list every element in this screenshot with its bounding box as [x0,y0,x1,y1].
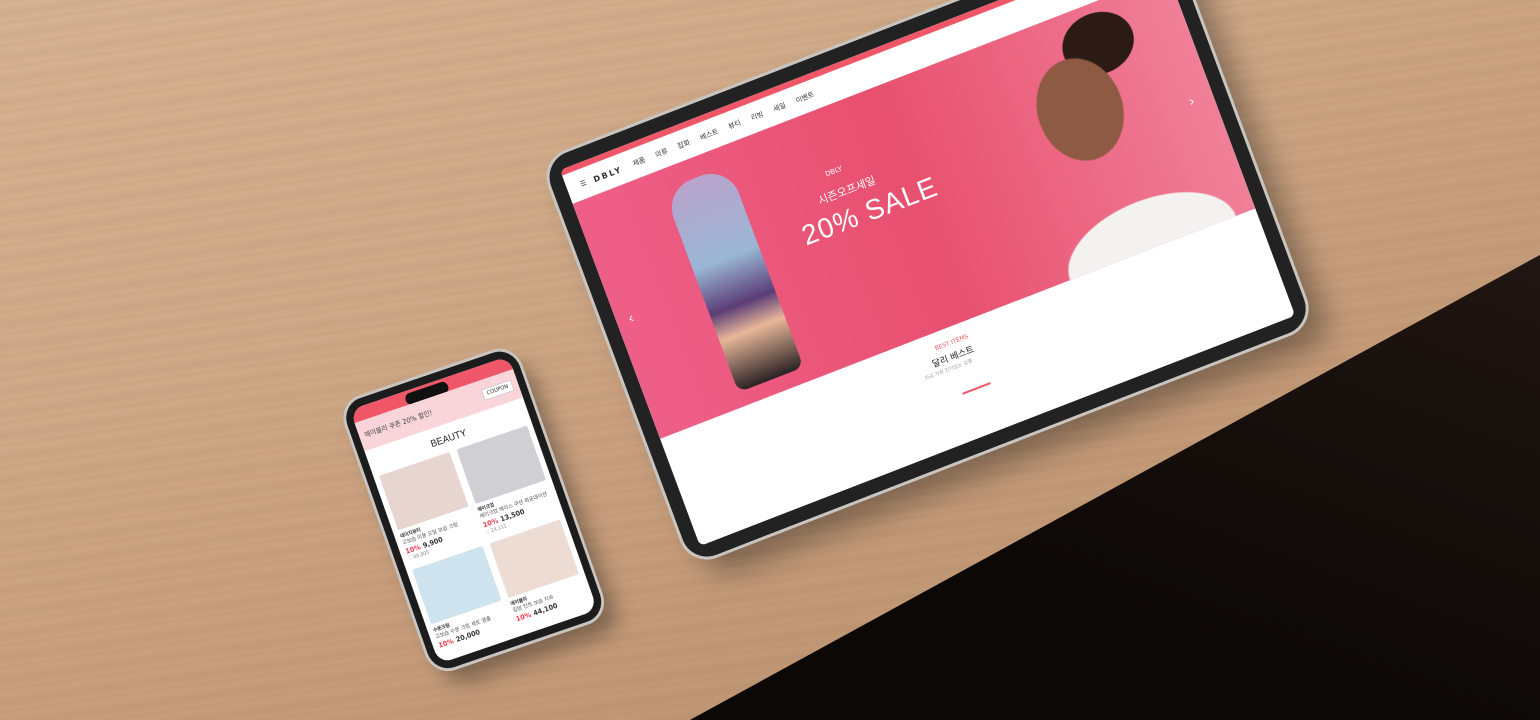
site-logo[interactable]: DBLY [592,164,623,183]
coupon-button[interactable]: COUPON [480,379,515,401]
hero-prev-arrow-icon[interactable]: ‹ [626,310,637,327]
nav-item[interactable]: 베스트 [699,128,720,142]
nav-item[interactable]: 의류 [654,147,669,159]
nav-item[interactable]: 세일 [772,101,787,113]
menu-icon[interactable]: ☰ [579,179,588,189]
hero-model-image-left [663,165,804,393]
nav-item[interactable]: 이벤트 [795,90,816,104]
nav-item[interactable]: 뷰티 [727,119,742,131]
nav-item[interactable]: 제품 [632,156,647,168]
nav-item[interactable]: 리빙 [750,110,765,122]
section-tab-indicator [962,382,991,395]
hero-small-label: DBLY [824,164,844,179]
nav-item[interactable]: 잡화 [677,139,692,151]
